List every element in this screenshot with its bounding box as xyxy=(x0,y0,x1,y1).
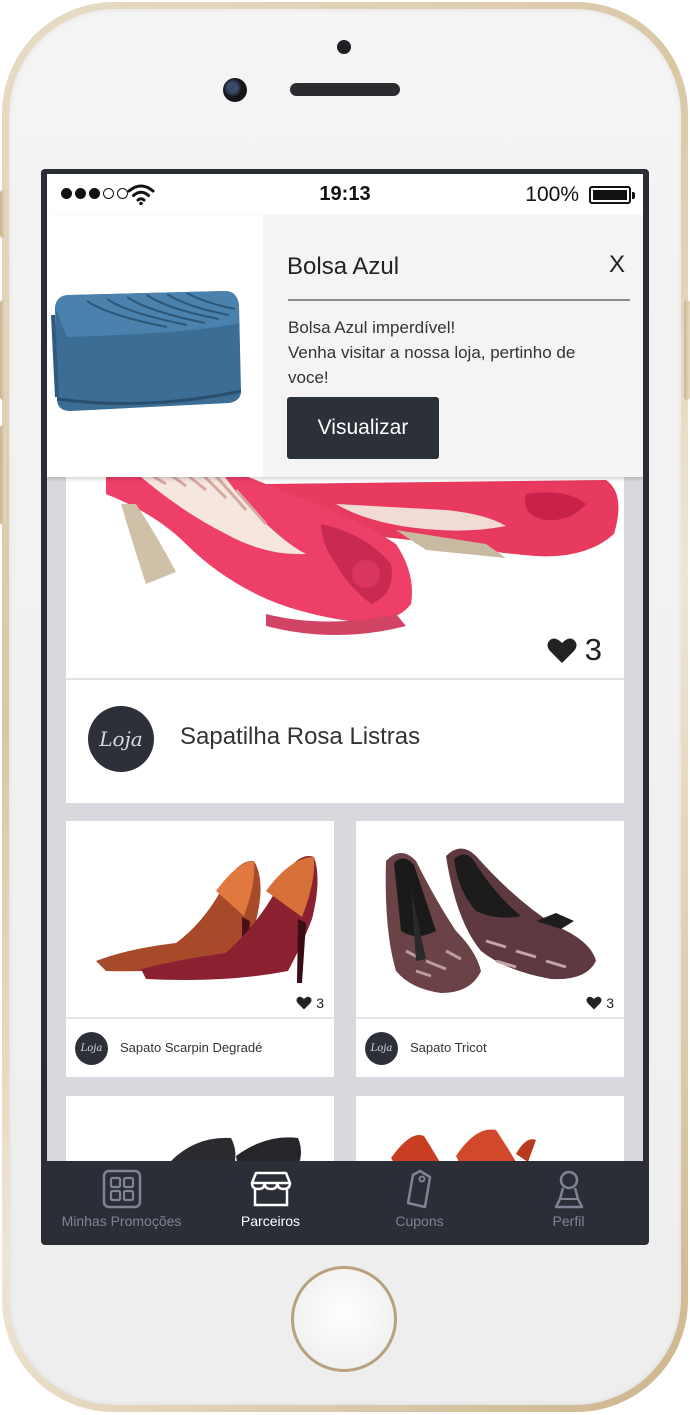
product-card[interactable]: 3 Loja Sapato Scarpin Degradé xyxy=(66,821,334,1077)
notification-content: Bolsa Azul X Bolsa Azul imperdível! Venh… xyxy=(263,215,643,477)
notification-message: Bolsa Azul imperdível! Venha visitar a n… xyxy=(288,315,618,390)
featured-product-title: Sapatilha Rosa Listras xyxy=(180,723,421,750)
bottom-tab-bar: Minhas Promoções Parceiros Cupons Perfil xyxy=(47,1161,643,1240)
store-logo-text: Loja xyxy=(99,727,143,751)
product-likes-count: 3 xyxy=(606,995,614,1011)
featured-likes-count: 3 xyxy=(584,632,602,667)
card-divider xyxy=(66,678,624,680)
notification-message-line: Venha visitar a nossa loja, pertinho de xyxy=(288,343,576,362)
product-name: Sapato Scarpin Degradé xyxy=(120,1040,263,1055)
app-viewport: 19:13 100% 3 Loja Sapatilha Rosa Listras… xyxy=(47,174,643,1240)
product-likes[interactable]: 3 xyxy=(296,995,324,1011)
product-likes[interactable]: 3 xyxy=(586,995,614,1011)
product-name: Sapato Tricot xyxy=(410,1040,487,1055)
proximity-sensor xyxy=(337,40,351,54)
store-logo-text: Loja xyxy=(370,1043,393,1054)
signal-strength-icon xyxy=(61,188,128,199)
view-button[interactable]: Visualizar xyxy=(287,397,439,459)
notification-message-line: voce! xyxy=(288,368,329,387)
front-camera xyxy=(223,78,247,102)
store-icon xyxy=(250,1171,291,1207)
close-button[interactable]: X xyxy=(609,251,625,279)
earpiece-speaker xyxy=(290,83,400,96)
tab-label: Minhas Promoções xyxy=(61,1213,182,1229)
volume-up-button xyxy=(0,300,6,400)
tab-cupons[interactable]: Cupons xyxy=(345,1161,494,1240)
tab-label: Perfil xyxy=(552,1213,585,1229)
notification-title: Bolsa Azul xyxy=(287,253,400,280)
home-button[interactable] xyxy=(291,1266,397,1372)
notification-message-line: Bolsa Azul imperdível! xyxy=(288,318,456,337)
card-divider xyxy=(66,1017,334,1019)
status-bar: 19:13 100% xyxy=(47,174,643,215)
featured-product-card[interactable]: 3 Loja Sapatilha Rosa Listras xyxy=(66,464,624,803)
promo-notification[interactable]: Bolsa Azul X Bolsa Azul imperdível! Venh… xyxy=(47,215,643,477)
store-logo-avatar[interactable]: Loja xyxy=(75,1032,108,1065)
tag-icon xyxy=(406,1169,431,1209)
tab-minhas-promocoes[interactable]: Minhas Promoções xyxy=(47,1161,196,1240)
volume-down-button xyxy=(0,425,6,525)
heart-icon xyxy=(547,638,577,663)
heart-icon xyxy=(586,996,602,1010)
store-logo-avatar[interactable]: Loja xyxy=(88,706,154,772)
battery-percentage: 100% xyxy=(525,183,579,206)
battery-icon xyxy=(589,186,635,204)
person-icon xyxy=(554,1170,583,1209)
card-divider xyxy=(356,1017,624,1019)
product-likes-count: 3 xyxy=(316,995,324,1011)
tab-label: Cupons xyxy=(395,1213,444,1229)
tweed-bow-pumps-image xyxy=(356,821,624,1017)
grid-icon xyxy=(102,1169,141,1209)
power-button xyxy=(684,300,690,400)
pink-wedge-shoes-image xyxy=(66,464,624,678)
mute-switch xyxy=(0,190,6,238)
notification-divider xyxy=(288,299,630,301)
status-time: 19:13 xyxy=(319,183,371,205)
blue-clutch-bag-image xyxy=(47,215,263,477)
tab-label: Parceiros xyxy=(240,1213,301,1229)
tab-parceiros[interactable]: Parceiros xyxy=(196,1161,345,1240)
heart-icon xyxy=(296,996,312,1010)
tab-perfil[interactable]: Perfil xyxy=(494,1161,643,1240)
wifi-icon xyxy=(127,184,155,206)
featured-likes[interactable]: 3 xyxy=(547,632,602,668)
phone-screen: 19:13 100% 3 Loja Sapatilha Rosa Listras… xyxy=(41,169,649,1245)
store-logo-text: Loja xyxy=(80,1043,103,1054)
orange-stiletto-pumps-image xyxy=(66,821,334,1017)
store-logo-avatar[interactable]: Loja xyxy=(365,1032,398,1065)
product-card[interactable]: 3 Loja Sapato Tricot xyxy=(356,821,624,1077)
